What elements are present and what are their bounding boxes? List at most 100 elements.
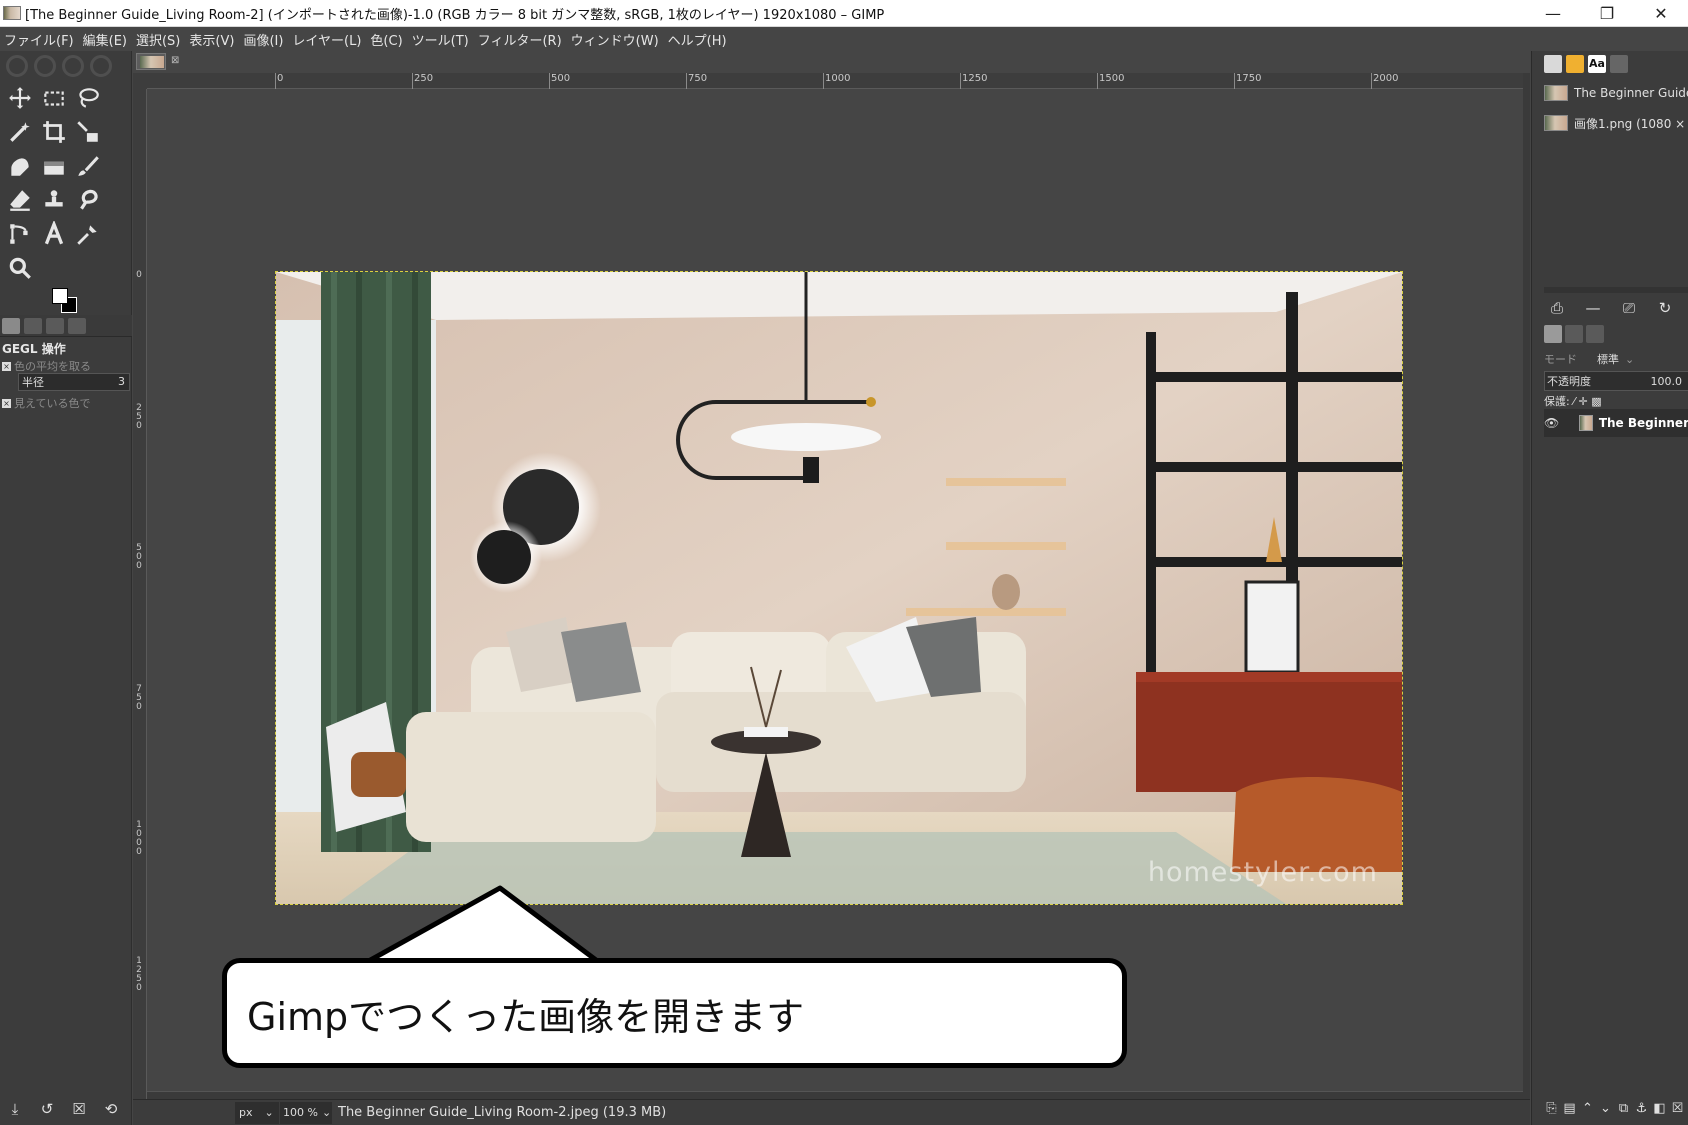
menu-bar: ファイル(F) 編集(E) 選択(S) 表示(V) 画像(I) レイヤー(L) … — [0, 27, 1688, 51]
close-button[interactable]: ✕ — [1634, 0, 1688, 27]
new-display-icon[interactable]: ⎙ — [1548, 299, 1566, 317]
layer-item[interactable]: 👁 The Beginner — [1544, 409, 1688, 437]
opacity-spinner[interactable]: 不透明度 100.0 — [1544, 371, 1688, 391]
layer-thumbnail — [1579, 415, 1593, 431]
layer-mode-row[interactable]: モード 標準 ⌄ — [1544, 349, 1688, 369]
right-dock: Aa The Beginner Guide 画像1.png (1080 × ⎙ … — [1531, 51, 1688, 1125]
horizontal-ruler[interactable]: 0 250 500 750 1000 1250 1500 1750 2000 — [147, 73, 1523, 89]
callout-box: Gimpでつくった画像を開きます — [222, 958, 1127, 1068]
gradient-tool-icon[interactable] — [38, 149, 70, 183]
ruler-label: 500 — [136, 543, 142, 571]
tab-fonts[interactable]: Aa — [1588, 55, 1606, 73]
lower-layer-icon[interactable]: ⌄ — [1598, 1100, 1613, 1118]
horizontal-scrollbar[interactable] — [147, 1091, 1523, 1099]
ruler-corner[interactable] — [133, 73, 147, 89]
image-canvas[interactable]: homestyler.com — [275, 271, 1403, 905]
zoom-selector[interactable]: 100 % ⌄ — [280, 1101, 332, 1124]
remove-icon[interactable]: — — [1584, 299, 1602, 317]
foreground-color[interactable] — [52, 288, 68, 304]
anchor-layer-icon[interactable]: ⚓ — [1634, 1100, 1649, 1118]
callout-text: Gimpでつくった画像を開きます — [247, 994, 805, 1039]
image-list-item[interactable]: The Beginner Guide — [1544, 81, 1688, 105]
tab-patterns[interactable] — [1566, 55, 1584, 73]
zoom-tool-icon[interactable] — [4, 251, 36, 285]
chevron-down-icon: ⌄ — [1625, 352, 1635, 366]
move-tool-icon[interactable] — [4, 81, 36, 115]
menu-layer[interactable]: レイヤー(L) — [292, 30, 361, 49]
menu-edit[interactable]: 編集(E) — [83, 30, 127, 49]
crop-tool-icon[interactable] — [38, 115, 70, 149]
smudge-tool-icon[interactable] — [72, 183, 104, 217]
reset-options-icon[interactable]: ⟲ — [102, 1100, 120, 1118]
mode-value[interactable]: 標準 — [1597, 351, 1619, 367]
unit-selector[interactable]: px ⌄ — [235, 1101, 279, 1124]
opacity-value[interactable]: 100.0 — [1651, 375, 1683, 388]
tab-device-status[interactable] — [68, 317, 86, 334]
eye-icon[interactable]: 👁 — [1544, 416, 1559, 430]
menu-view[interactable]: 表示(V) — [189, 30, 234, 49]
delete-layer-icon[interactable]: ☒ — [1670, 1100, 1685, 1118]
paths-tool-icon[interactable] — [4, 217, 36, 251]
menu-select[interactable]: 選択(S) — [136, 30, 180, 49]
tab-images[interactable] — [46, 317, 64, 334]
bucket-fill-tool-icon[interactable] — [4, 149, 36, 183]
image-list-item[interactable]: 画像1.png (1080 × — [1544, 111, 1688, 135]
tab-channels[interactable] — [1565, 325, 1583, 343]
new-layer-icon[interactable]: ⎘ — [1544, 1100, 1559, 1118]
fg-bg-color-swatch[interactable] — [52, 288, 78, 314]
checkbox-icon[interactable]: × — [2, 398, 11, 408]
menu-image[interactable]: 画像(I) — [243, 30, 283, 49]
refresh-icon[interactable]: ↻ — [1656, 299, 1674, 317]
save-preset-icon[interactable]: ⤓ — [6, 1100, 24, 1118]
dock-separator[interactable] — [1544, 287, 1688, 293]
tab-brushes[interactable] — [1544, 55, 1562, 73]
transform-tool-icon[interactable] — [72, 115, 104, 149]
eraser-tool-icon[interactable] — [4, 183, 36, 217]
paintbrush-tool-icon[interactable] — [72, 149, 104, 183]
menu-help[interactable]: ヘルプ(H) — [668, 30, 727, 49]
restore-preset-icon[interactable]: ↺ — [38, 1100, 56, 1118]
sample-average-option[interactable]: × 色の平均を取る — [2, 358, 91, 374]
sample-merged-option[interactable]: × 見えている色で — [2, 395, 90, 411]
mask-icon[interactable]: ◧ — [1652, 1100, 1667, 1118]
ruler-label: 0 — [277, 73, 284, 84]
tab-undo-history[interactable] — [24, 317, 42, 334]
tab-document-history[interactable] — [1610, 55, 1628, 73]
fuzzy-select-tool-icon[interactable] — [4, 115, 36, 149]
new-group-icon[interactable]: ▤ — [1562, 1100, 1577, 1118]
radius-spinner[interactable]: 半径 3 — [18, 373, 130, 391]
menu-windows[interactable]: ウィンドウ(W) — [571, 30, 659, 49]
raise-layer-icon[interactable]: ⌃ — [1580, 1100, 1595, 1118]
tab-paths[interactable] — [1586, 325, 1604, 343]
menu-tools[interactable]: ツール(T) — [412, 30, 469, 49]
text-tool-icon[interactable] — [38, 217, 70, 251]
ruler-label: 250 — [136, 403, 142, 431]
checkbox-icon[interactable]: × — [2, 361, 11, 371]
restore-button[interactable]: ❐ — [1580, 0, 1634, 27]
lasso-tool-icon[interactable] — [72, 81, 104, 115]
tab-tool-options[interactable] — [2, 317, 20, 334]
clone-tool-icon[interactable] — [38, 183, 70, 217]
minimize-button[interactable]: — — [1526, 0, 1580, 27]
image-tab[interactable] — [136, 53, 166, 70]
layer-panel-tabs — [1544, 325, 1604, 343]
rect-select-tool-icon[interactable] — [38, 81, 70, 115]
image-name: The Beginner Guide — [1574, 86, 1688, 100]
vertical-scrollbar[interactable] — [1523, 73, 1530, 1105]
image-tab-close-icon[interactable]: ⊠ — [171, 55, 179, 66]
lock-row[interactable]: 保護: ⁄ ✛ ▩ — [1544, 393, 1602, 409]
menu-colors[interactable]: 色(C) — [370, 30, 402, 49]
menu-filters[interactable]: フィルター(R) — [478, 30, 562, 49]
unit-value: px — [239, 1106, 253, 1119]
menu-file[interactable]: ファイル(F) — [4, 30, 74, 49]
print-icon[interactable]: ⎚ — [1620, 299, 1638, 317]
radius-value[interactable]: 3 — [118, 375, 125, 388]
tab-layers[interactable] — [1544, 325, 1562, 343]
tool-options-tabs — [0, 315, 132, 337]
window-controls: — ❐ ✕ — [1526, 0, 1688, 27]
color-picker-tool-icon[interactable] — [72, 217, 104, 251]
duplicate-layer-icon[interactable]: ⧉ — [1616, 1100, 1631, 1118]
delete-preset-icon[interactable]: ☒ — [70, 1100, 88, 1118]
vertical-ruler[interactable]: 0 250 500 750 1000 1250 — [133, 89, 147, 1105]
status-bar: px ⌄ 100 % ⌄ The Beginner Guide_Living R… — [133, 1099, 1530, 1125]
